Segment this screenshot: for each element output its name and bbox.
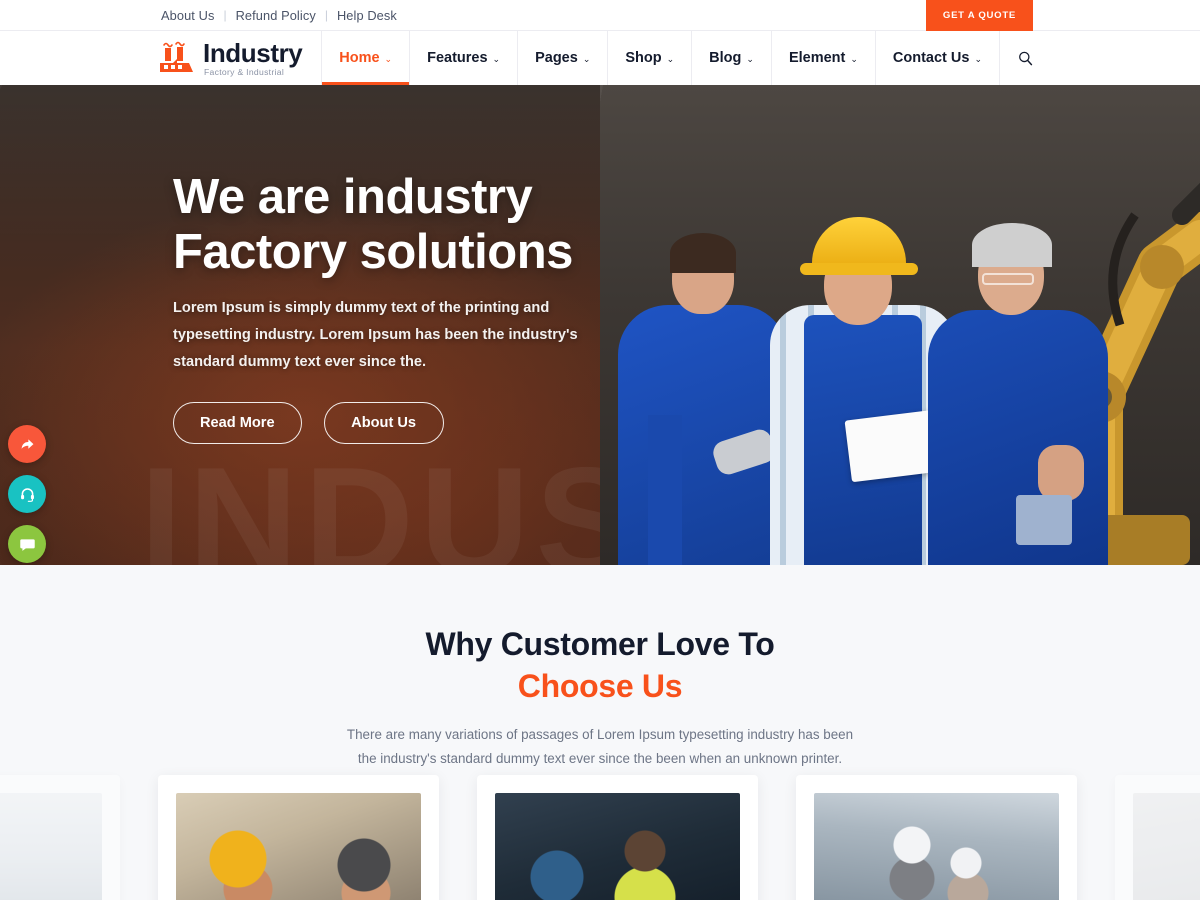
- chevron-down-icon: ⌄: [974, 53, 982, 64]
- card-image: [0, 793, 102, 900]
- get-a-quote-button[interactable]: GET A QUOTE: [925, 0, 1033, 31]
- section-subtitle: There are many variations of passages of…: [346, 727, 854, 766]
- nav-item-contact-us[interactable]: Contact Us ⌄: [874, 31, 999, 85]
- section-title: Why Customer Love To Choose Us: [0, 623, 1200, 707]
- card-image: [1133, 793, 1200, 900]
- section-title-accent: Choose Us: [517, 668, 683, 705]
- brand-name: Industry: [203, 37, 303, 68]
- nav-item-element[interactable]: Element ⌄: [770, 31, 875, 85]
- nav-item-shop[interactable]: Shop ⌄: [607, 31, 691, 85]
- nav-label: Blog: [709, 50, 742, 66]
- card-item[interactable]: [1115, 775, 1200, 900]
- chevron-down-icon: ⌄: [746, 53, 754, 64]
- nav-item-pages[interactable]: Pages ⌄: [517, 31, 607, 85]
- hero-description: Lorem Ipsum is simply dummy text of the …: [173, 300, 578, 371]
- factory-icon: [159, 41, 195, 75]
- hero-banner: INDUSTRY We are industry Factory solutio…: [0, 85, 1200, 565]
- nav-label: Pages: [535, 50, 578, 66]
- chevron-down-icon: ⌄: [850, 53, 858, 64]
- headset-support-icon[interactable]: [8, 475, 46, 513]
- hero-title: We are industry Factory solutions: [173, 170, 643, 280]
- top-link-separator: |: [223, 8, 227, 22]
- read-more-button[interactable]: Read More: [173, 402, 302, 445]
- nav-label: Element: [788, 50, 846, 66]
- chevron-down-icon: ⌄: [492, 53, 501, 64]
- nav-item-features[interactable]: Features ⌄: [409, 31, 517, 85]
- chevron-down-icon: ⌄: [384, 53, 393, 64]
- worker-right: [920, 165, 1120, 565]
- hero-title-line-1: We are industry: [173, 169, 533, 224]
- site-header: Industry Factory & Industrial Home ⌄ Fea…: [0, 31, 1200, 85]
- about-us-button[interactable]: About Us: [323, 402, 444, 445]
- chat-icon[interactable]: [8, 525, 46, 563]
- why-choose-us-section: Why Customer Love To Choose Us There are…: [0, 565, 1200, 900]
- card-image: [176, 793, 421, 900]
- hero-workers-photo: [600, 85, 1200, 565]
- card-item[interactable]: [796, 775, 1077, 900]
- brand-tagline: Factory & Industrial: [204, 66, 285, 77]
- nav-item-home[interactable]: Home ⌄: [321, 31, 409, 85]
- main-navigation: Home ⌄ Features ⌄ Pages ⌄ Shop ⌄ Blog ⌄ …: [321, 31, 1051, 85]
- nav-label: Shop: [625, 50, 662, 66]
- card-item[interactable]: [158, 775, 439, 900]
- card-item[interactable]: [477, 775, 758, 900]
- chevron-down-icon: ⌄: [666, 53, 675, 64]
- nav-label: Contact Us: [892, 50, 970, 66]
- card-image: [814, 793, 1059, 900]
- card-image: [495, 793, 740, 900]
- top-link-about-us[interactable]: About Us: [161, 8, 214, 23]
- top-bar: About Us | Refund Policy | Help Desk GET…: [0, 0, 1200, 31]
- feature-card-carousel[interactable]: [0, 775, 1200, 900]
- chevron-down-icon: ⌄: [582, 53, 591, 64]
- top-link-separator: |: [324, 8, 328, 22]
- top-link-help-desk[interactable]: Help Desk: [337, 8, 397, 23]
- search-icon[interactable]: [999, 31, 1051, 85]
- brand-logo-link[interactable]: Industry Factory & Industrial: [159, 31, 303, 85]
- hero-title-line-2: Factory solutions: [173, 224, 573, 279]
- nav-label: Home: [339, 50, 380, 66]
- hero-content: We are industry Factory solutions Lorem …: [173, 85, 643, 565]
- nav-item-blog[interactable]: Blog ⌄: [691, 31, 771, 85]
- top-link-refund-policy[interactable]: Refund Policy: [236, 8, 316, 23]
- card-item[interactable]: [0, 775, 120, 900]
- top-bar-links: About Us | Refund Policy | Help Desk: [161, 8, 397, 23]
- hero-actions: Read More About Us: [173, 402, 643, 445]
- share-icon[interactable]: [8, 425, 46, 463]
- floating-social-rail: [8, 425, 46, 563]
- section-title-main: Why Customer Love To: [425, 626, 775, 662]
- nav-label: Features: [427, 50, 488, 66]
